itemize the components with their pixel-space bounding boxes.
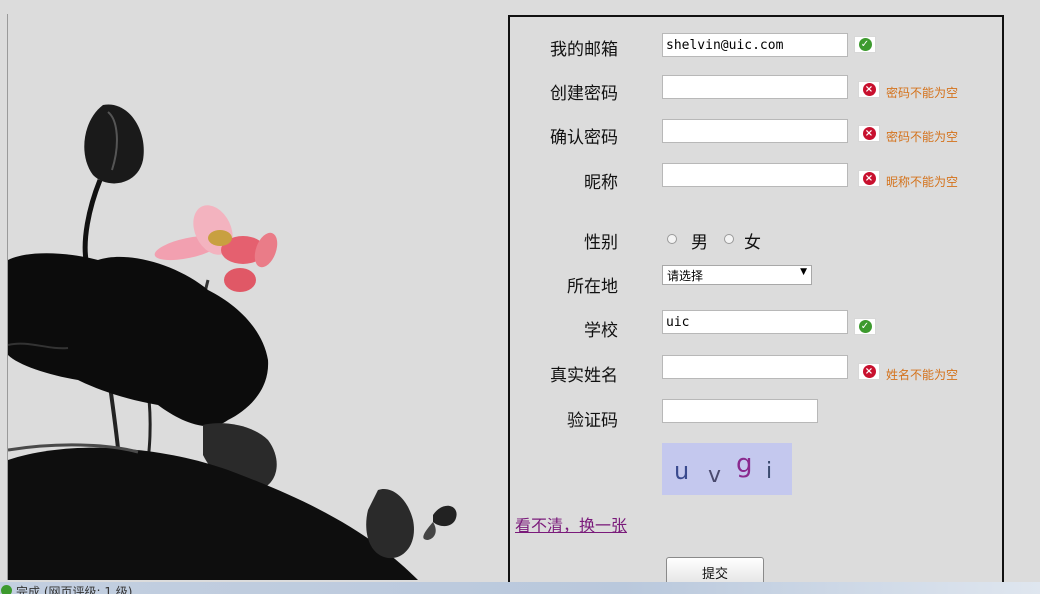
- gender-female-label: 女: [744, 233, 761, 253]
- captcha-char: i: [766, 459, 773, 484]
- location-select[interactable]: 请选择 ▼: [662, 265, 812, 285]
- butterfly: [433, 505, 457, 527]
- password-field[interactable]: [662, 75, 848, 99]
- nickname-label: 昵称: [584, 173, 618, 193]
- nickname-field[interactable]: [662, 163, 848, 187]
- register-form: 我的邮箱 ✓ 创建密码 × 密码不能为空 确认密码 × 密码不能为空 昵称 × …: [508, 15, 1004, 587]
- confirm-password-field[interactable]: [662, 119, 848, 143]
- password-error-icon: ×: [858, 81, 880, 98]
- email-field[interactable]: [662, 33, 848, 57]
- confirm-error-icon: ×: [858, 125, 880, 142]
- status-bar: 完成 (网页评级: 1 级): [0, 582, 1040, 594]
- school-field[interactable]: [662, 310, 848, 334]
- lotus-ink-painting: [8, 104, 457, 580]
- email-ok-icon: ✓: [854, 36, 876, 53]
- nickname-error: 昵称不能为空: [886, 175, 959, 189]
- gender-male-label: 男: [691, 233, 708, 253]
- school-ok-icon: ✓: [854, 318, 876, 335]
- lotus-center: [208, 230, 232, 246]
- ink-rock: [366, 489, 414, 559]
- password-error: 密码不能为空: [886, 86, 959, 100]
- realname-field[interactable]: [662, 355, 848, 379]
- nickname-error-icon: ×: [858, 170, 880, 187]
- gender-male-radio[interactable]: [667, 234, 677, 244]
- gender-label: 性别: [584, 233, 618, 253]
- captcha-label: 验证码: [567, 411, 618, 431]
- lotus-petal: [224, 268, 256, 292]
- realname-label: 真实姓名: [550, 366, 618, 386]
- ink-ground: [8, 447, 418, 580]
- lotus-stem: [82, 179, 103, 261]
- realname-error: 姓名不能为空: [886, 368, 959, 382]
- school-label: 学校: [584, 321, 618, 341]
- captcha-field[interactable]: [662, 399, 818, 423]
- refresh-captcha-link[interactable]: 看不清，换一张: [515, 512, 627, 536]
- chevron-down-icon: ▼: [800, 267, 807, 277]
- gender-female-radio[interactable]: [724, 234, 734, 244]
- captcha-char: g: [736, 449, 753, 479]
- captcha-image[interactable]: u v g i: [662, 443, 792, 495]
- email-label: 我的邮箱: [550, 40, 618, 60]
- confirm-error: 密码不能为空: [886, 130, 959, 144]
- location-selected: 请选择: [667, 269, 704, 283]
- confirm-password-label: 确认密码: [550, 128, 618, 148]
- realname-error-icon: ×: [858, 363, 880, 380]
- captcha-char: u: [674, 457, 690, 485]
- status-text: 完成 (网页评级: 1 级): [16, 585, 133, 594]
- password-label: 创建密码: [550, 84, 618, 104]
- location-label: 所在地: [567, 277, 618, 297]
- lotus-bud: [84, 104, 144, 184]
- captcha-char: v: [708, 463, 722, 488]
- done-icon: [1, 585, 12, 594]
